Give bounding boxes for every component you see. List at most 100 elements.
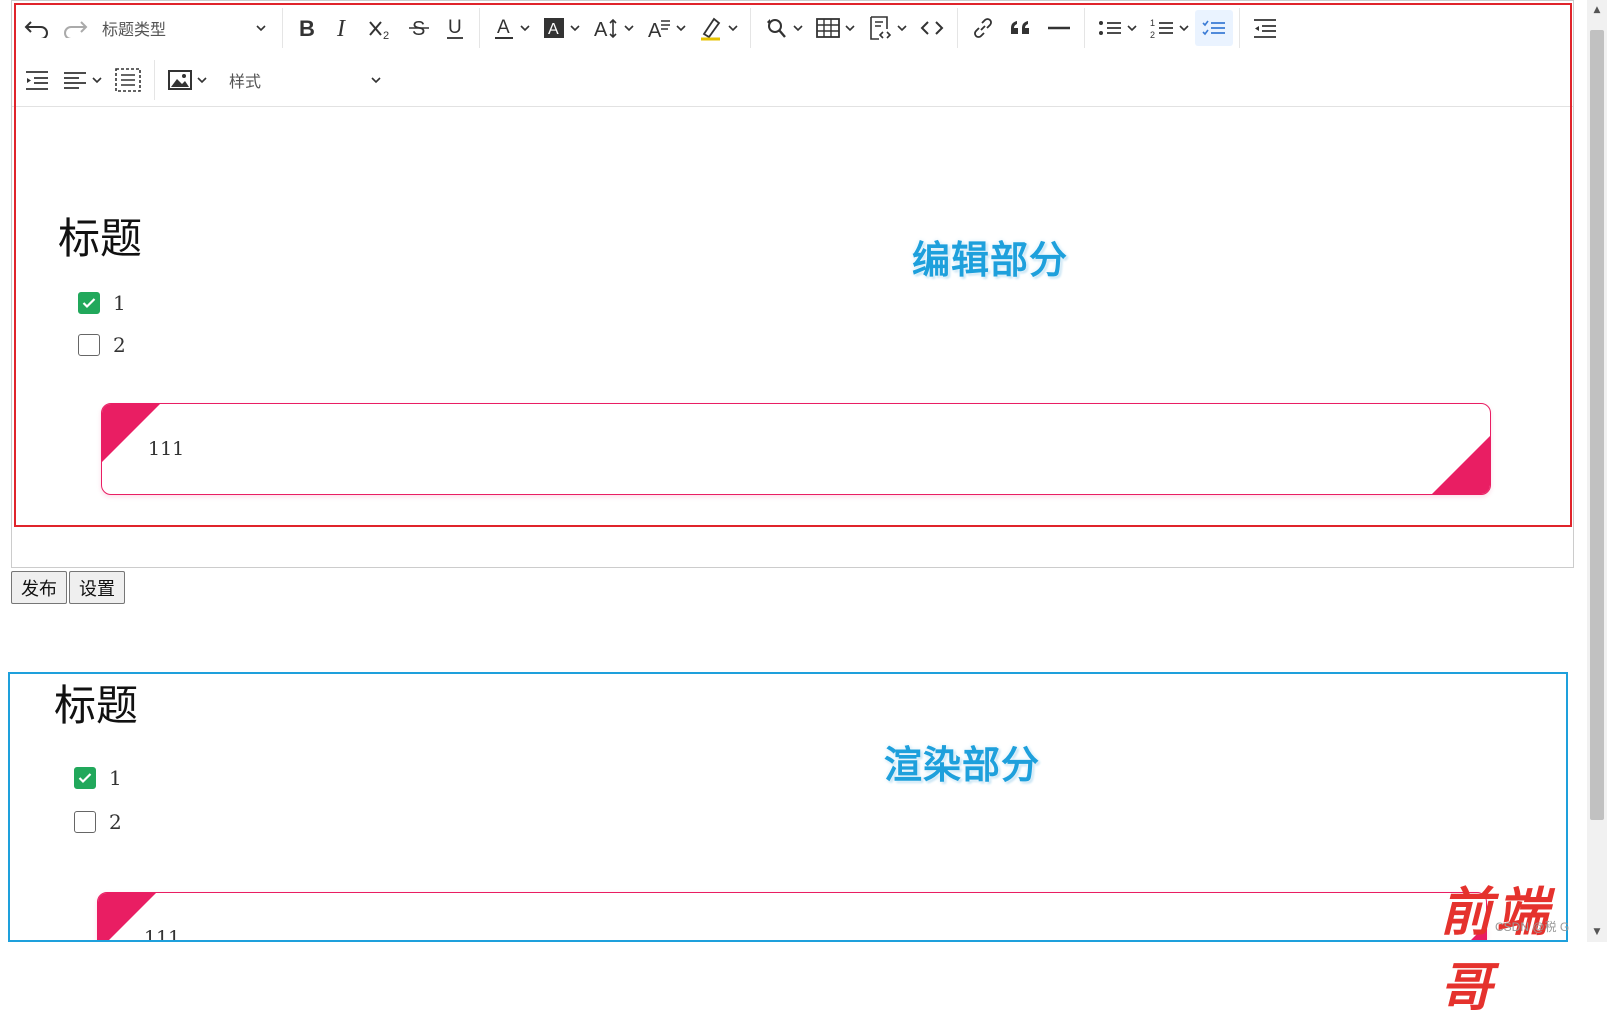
chevron-down-icon	[256, 25, 266, 32]
find-replace-button[interactable]	[757, 10, 809, 46]
blockquote-button[interactable]	[1002, 10, 1040, 46]
render-task-label: 1	[109, 766, 122, 790]
task-checkbox[interactable]	[78, 292, 100, 314]
svg-text:A: A	[594, 19, 608, 40]
task-label[interactable]: 1	[113, 291, 126, 315]
scroll-up-arrow-icon[interactable]: ▲	[1587, 0, 1607, 20]
chevron-down-icon	[676, 25, 686, 32]
chevron-down-icon	[793, 25, 803, 32]
task-checkbox[interactable]	[78, 334, 100, 356]
link-button[interactable]	[964, 10, 1002, 46]
link-icon	[974, 18, 992, 38]
render-section-annotation: 渲染部分	[884, 743, 1041, 787]
table-button[interactable]	[809, 10, 861, 46]
task-label[interactable]: 2	[113, 333, 126, 357]
publish-button[interactable]: 发布	[11, 571, 67, 604]
edit-section-annotation: 编辑部分	[912, 238, 1069, 282]
watermark-credit: CSDN @税 G	[1495, 920, 1570, 934]
image-button[interactable]	[161, 62, 213, 98]
strikethrough-button[interactable]: S	[401, 10, 437, 46]
toolbar-divider	[154, 60, 155, 100]
render-heading: 标题	[54, 681, 139, 730]
svg-text:A: A	[548, 21, 559, 38]
indent-button[interactable]	[18, 62, 56, 98]
undo-icon	[24, 21, 48, 38]
underline-button[interactable]: U	[437, 10, 473, 46]
svg-text:1: 1	[1150, 18, 1155, 28]
undo-button[interactable]	[18, 10, 56, 46]
font-family-button[interactable]: A	[640, 10, 692, 46]
chevron-down-icon	[845, 25, 855, 32]
toolbar-divider	[282, 8, 283, 48]
render-preview: 标题 1 2 111 渲染部分	[8, 672, 1568, 942]
settings-button[interactable]: 设置	[69, 571, 125, 604]
render-callout-text: 111	[144, 927, 181, 942]
checkmark-icon	[78, 773, 92, 784]
indent-icon	[26, 71, 48, 90]
outdent-button[interactable]	[1246, 10, 1284, 46]
strikethrough-icon: S	[409, 18, 429, 40]
numbered-list-icon: 12	[1150, 18, 1173, 40]
code-block-icon	[870, 16, 892, 40]
font-color-button[interactable]: A	[486, 10, 536, 46]
bullet-list-button[interactable]	[1091, 10, 1143, 46]
page-scrollbar[interactable]: ▲ ▼	[1587, 0, 1607, 942]
background-color-button[interactable]: A	[536, 10, 586, 46]
bold-button[interactable]: B	[289, 10, 325, 46]
horizontal-rule-icon	[1048, 26, 1070, 30]
font-family-icon: A	[648, 20, 670, 40]
render-callout-block: 111	[97, 892, 1487, 942]
svg-text:I: I	[336, 16, 346, 40]
svg-text:2: 2	[1150, 30, 1155, 40]
chevron-down-icon	[371, 77, 381, 84]
svg-text:U: U	[448, 17, 462, 38]
task-list-button[interactable]	[1195, 10, 1233, 46]
font-size-icon: A	[594, 18, 617, 40]
render-task-item: 1	[74, 766, 122, 790]
background-color-icon: A	[544, 18, 564, 38]
font-size-button[interactable]: A	[586, 10, 640, 46]
svg-text:A: A	[497, 17, 510, 38]
render-task-checkbox[interactable]	[74, 811, 96, 833]
rich-text-editor: 标题类型 B I 2 S U A A A A 1 2 样式 标题 1 2 111…	[11, 0, 1574, 568]
content-heading[interactable]: 标题	[58, 205, 142, 266]
chevron-down-icon	[897, 25, 907, 32]
chevron-down-icon	[1179, 25, 1189, 32]
italic-icon: I	[336, 16, 346, 40]
outdent-icon	[1254, 19, 1276, 38]
heading-type-select[interactable]: 标题类型	[94, 10, 276, 46]
svg-text:S: S	[412, 18, 425, 40]
italic-button[interactable]: I	[325, 10, 361, 46]
underline-icon: U	[447, 17, 463, 39]
chevron-down-icon	[92, 77, 102, 84]
toolbar-divider	[750, 8, 751, 48]
editable-content[interactable]: 标题 1 2 111 编辑部分	[12, 107, 1573, 567]
divider-button[interactable]	[1040, 10, 1078, 46]
chevron-down-icon	[197, 77, 207, 84]
redo-button[interactable]	[56, 10, 94, 46]
callout-block[interactable]: 111	[101, 403, 1491, 495]
scrollbar-thumb[interactable]	[1590, 30, 1604, 820]
numbered-list-button[interactable]: 12	[1143, 10, 1195, 46]
task-item[interactable]: 2	[78, 333, 126, 357]
chevron-down-icon	[624, 25, 634, 32]
callout-text[interactable]: 111	[148, 438, 184, 460]
checkmark-icon	[82, 298, 96, 309]
watermark-logo: 前端哥	[1440, 882, 1553, 1018]
chevron-down-icon	[570, 25, 580, 32]
toolbar-row-2: 样式	[18, 55, 391, 105]
inline-code-button[interactable]	[913, 10, 951, 46]
select-all-icon	[115, 68, 141, 92]
select-all-button[interactable]	[108, 62, 148, 98]
render-task-checkbox[interactable]	[74, 767, 96, 789]
highlight-button[interactable]	[692, 10, 744, 46]
highlighter-icon	[701, 17, 721, 41]
task-item[interactable]: 1	[78, 291, 126, 315]
align-button[interactable]	[56, 62, 108, 98]
subscript-button[interactable]: 2	[361, 10, 401, 46]
quote-icon	[1011, 21, 1029, 34]
code-block-button[interactable]	[861, 10, 913, 46]
style-select[interactable]: 样式	[221, 62, 391, 98]
toolbar-divider	[1239, 8, 1240, 48]
svg-text:2: 2	[383, 30, 389, 40]
